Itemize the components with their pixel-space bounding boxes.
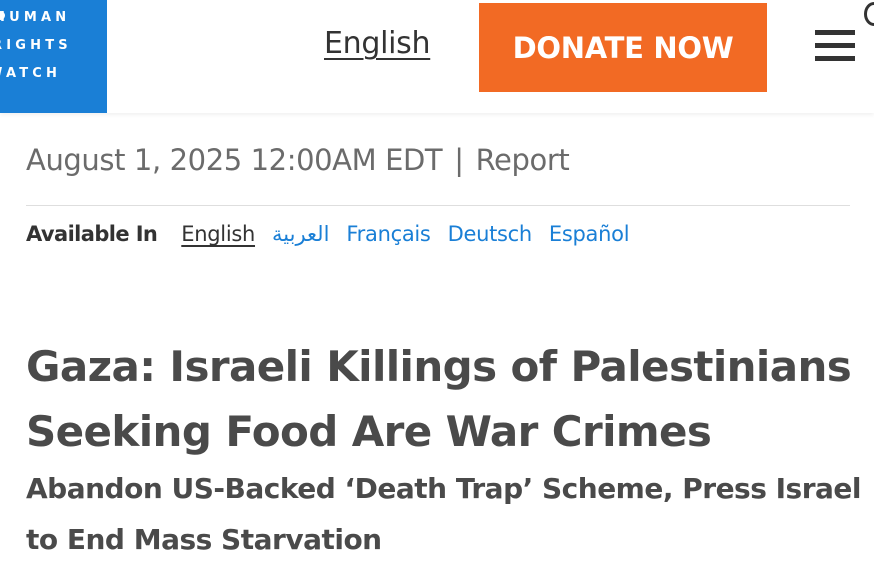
language-link-arabic[interactable]: العربية [272,222,330,246]
language-selector-link[interactable]: English [324,26,431,61]
logo-line-1: HUMAN [0,10,71,25]
logo-line-2: RIGHTS [0,38,72,53]
meta-separator: | [454,143,464,177]
available-languages: Available In English العربية Français De… [26,222,646,246]
article-meta: August 1, 2025 12:00AM EDT | Report [26,143,570,177]
article-type: Report [475,143,570,177]
article-subtitle: Abandon US-Backed ‘Death Trap’ Scheme, P… [26,472,862,556]
hamburger-menu-icon[interactable] [815,30,855,62]
language-link-spanish[interactable]: Español [549,222,630,246]
logo-line-3: WATCH [0,66,62,81]
publish-date: August 1, 2025 12:00AM EDT [26,143,443,177]
article-title: Gaza: Israeli Killings of Palestinians S… [26,342,852,456]
donate-now-button[interactable]: DONATE NOW [479,3,767,92]
divider [26,205,850,206]
site-header: HUMAN RIGHTS WATCH English DONATE NOW [0,0,874,113]
language-link-english[interactable]: English [181,222,255,246]
hrw-logo[interactable]: HUMAN RIGHTS WATCH [0,0,107,113]
available-in-label: Available In [26,222,158,246]
language-link-german[interactable]: Deutsch [448,222,533,246]
search-icon[interactable] [864,2,874,26]
language-link-french[interactable]: Français [346,222,430,246]
